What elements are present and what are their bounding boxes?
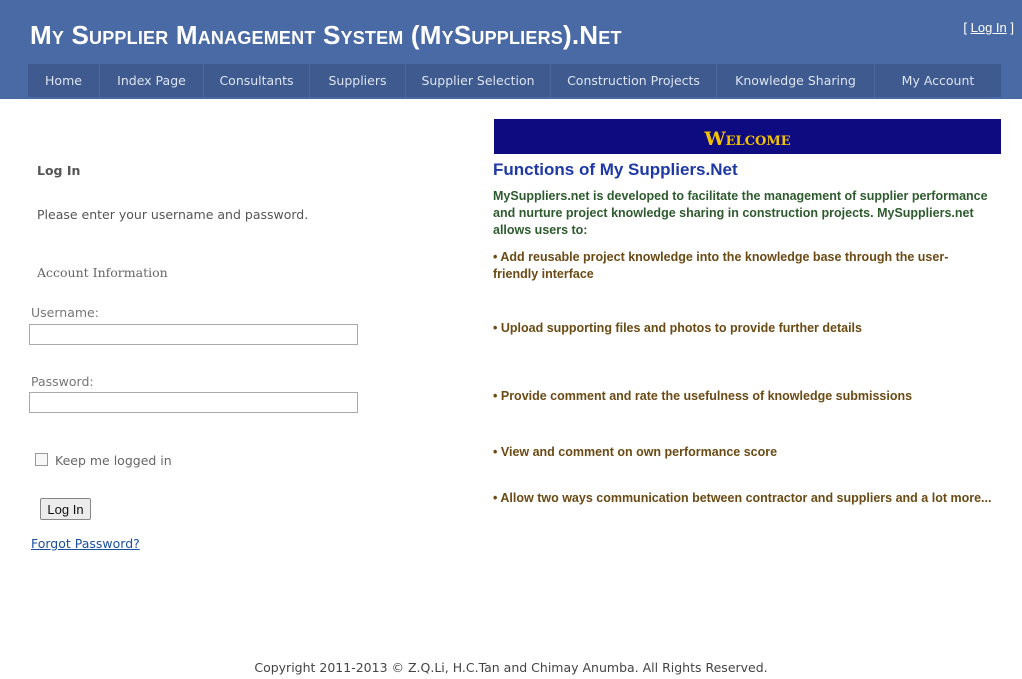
login-heading: Log In	[37, 163, 81, 178]
username-input[interactable]	[29, 324, 358, 345]
nav-item-my-account[interactable]: My Account	[875, 64, 1001, 97]
site-title: My Supplier Management System (MySupplie…	[30, 20, 622, 50]
functions-title: Functions of My Suppliers.Net	[493, 160, 738, 179]
functions-intro: MySuppliers.net is developed to facilita…	[493, 189, 988, 237]
bullet-text: View and comment on own performance scor…	[500, 445, 778, 459]
bullet-text: Add reusable project knowledge into the …	[493, 250, 949, 281]
nav-item-suppliers[interactable]: Suppliers	[310, 64, 406, 97]
function-bullet: • Upload supporting files and photos to …	[493, 321, 862, 335]
nav-item-consultants[interactable]: Consultants	[204, 64, 310, 97]
account-information-legend: Account Information	[37, 265, 168, 280]
function-bullet: • Allow two ways communication between c…	[493, 491, 992, 505]
login-prefix: [	[963, 20, 971, 35]
function-bullet: • Provide comment and rate the usefulnes…	[493, 389, 913, 403]
footer-copyright: Copyright 2011-2013 © Z.Q.Li, H.C.Tan an…	[254, 660, 768, 675]
bullet-text: Provide comment and rate the usefulness …	[500, 389, 913, 403]
keep-logged-in-label: Keep me logged in	[55, 453, 172, 468]
login-button[interactable]: Log In	[40, 498, 91, 520]
keep-logged-in-checkbox[interactable]	[35, 453, 48, 466]
forgot-password-link[interactable]: Forgot Password?	[31, 536, 140, 551]
password-input[interactable]	[29, 392, 358, 413]
login-instructions: Please enter your username and password.	[37, 207, 309, 222]
function-bullet: • View and comment on own performance sc…	[493, 445, 778, 459]
header-login-link[interactable]: Log In	[971, 20, 1007, 35]
nav-item-supplier-selection[interactable]: Supplier Selection	[406, 64, 551, 97]
main-nav: Home Index Page Consultants Suppliers Su…	[0, 62, 1022, 99]
nav-menu: Home Index Page Consultants Suppliers Su…	[28, 64, 1001, 97]
password-label: Password:	[31, 374, 94, 389]
welcome-banner: Welcome	[494, 119, 1001, 154]
nav-item-index-page[interactable]: Index Page	[100, 64, 204, 97]
nav-item-home[interactable]: Home	[28, 64, 100, 97]
login-suffix: ]	[1006, 20, 1014, 35]
bullet-text: Upload supporting files and photos to pr…	[500, 321, 862, 335]
nav-item-knowledge-sharing[interactable]: Knowledge Sharing	[717, 64, 875, 97]
function-bullet: • Add reusable project knowledge into th…	[493, 250, 949, 281]
username-label: Username:	[31, 305, 99, 320]
login-status: [ Log In ]	[963, 20, 1014, 35]
bullet-text: Allow two ways communication between con…	[500, 491, 992, 505]
site-header: My Supplier Management System (MySupplie…	[0, 0, 1022, 62]
nav-item-construction-projects[interactable]: Construction Projects	[551, 64, 717, 97]
